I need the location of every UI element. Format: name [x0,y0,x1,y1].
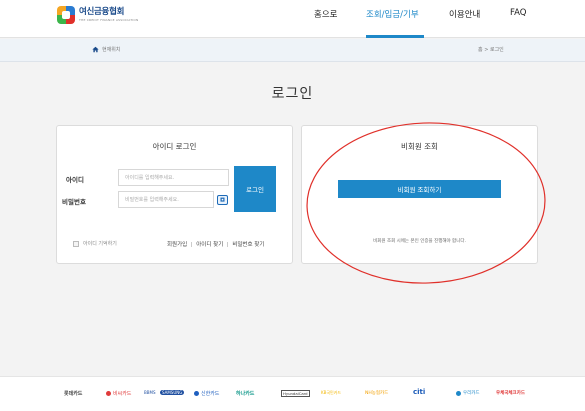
partner-nh[interactable]: NH농협카드 [365,390,388,396]
partner-citi[interactable]: citi [413,388,425,396]
woori-icon [456,390,461,396]
partner-woori[interactable]: 우리카드 [456,390,480,396]
remember-id[interactable]: 아이디 기억하기 [73,240,117,247]
nav-faq[interactable]: FAQ [510,8,526,18]
signup-link[interactable]: 회원가입 [167,240,187,248]
account-links: 회원가입 아이디 찾기 비밀번호 찾기 [167,240,264,248]
remember-label: 아이디 기억하기 [83,241,117,247]
find-password-link[interactable]: 비밀번호 찾기 [232,240,264,248]
partner-lotte[interactable]: 롯데카드 [64,390,82,397]
partner-footer: 롯데카드 비씨카드 BBMS SAMSUNG 신한카드 하나카드 Hyundai… [0,376,585,411]
nav-guide[interactable]: 이용안내 [449,8,480,20]
logo[interactable]: 여신금융협회 THE CREDIT FINANCE ASSOCIATION [57,6,138,24]
password-input[interactable] [118,191,214,208]
find-id-link[interactable]: 아이디 찾기 [196,240,223,248]
site-header: 여신금융협회 THE CREDIT FINANCE ASSOCIATION 홈으… [0,0,585,38]
breadcrumb: 현재위치 홈 > 로그인 [0,39,585,62]
password-label: 비밀번호 [62,198,86,206]
partner-epost[interactable]: 우체국체크카드 [496,390,525,396]
virtual-keyboard-icon[interactable] [217,195,228,205]
partner-hana[interactable]: 하나카드 [236,390,254,397]
highlight-ellipse [306,122,546,284]
nav-inquiry[interactable]: 조회/입금/기부 [366,8,419,20]
logo-subtitle: THE CREDIT FINANCE ASSOCIATION [79,17,139,22]
shinhan-icon [194,391,199,396]
logo-title: 여신금융협회 [79,7,125,18]
id-input[interactable] [118,169,229,186]
partner-bbms[interactable]: BBMS [144,390,155,395]
breadcrumb-label: 현재위치 [102,47,121,53]
nav-active-indicator [366,35,424,38]
home-icon[interactable] [92,46,99,53]
partner-kb[interactable]: KB국민카드 [321,390,341,396]
login-panel-title: 아이디 로그인 [152,142,197,151]
nav-home[interactable]: 홈으로 [314,8,337,20]
login-button[interactable]: 로그인 [234,166,276,212]
remember-checkbox[interactable] [73,240,79,247]
partner-hyundai[interactable]: HyundaiCard [281,390,310,397]
partner-samsung[interactable]: SAMSUNG [160,390,185,395]
logo-icon [57,6,75,24]
partner-bc[interactable]: 비씨카드 [106,390,131,397]
breadcrumb-path: 홈 > 로그인 [478,47,504,53]
page-title: 로그인 [271,86,314,102]
id-label: 아이디 [66,176,84,184]
bc-icon [106,391,111,396]
partner-shinhan[interactable]: 신한카드 [194,390,219,397]
id-login-panel: 아이디 로그인 아이디 비밀번호 로그인 아이디 기억하기 회원가입 아이디 찾… [56,125,293,264]
